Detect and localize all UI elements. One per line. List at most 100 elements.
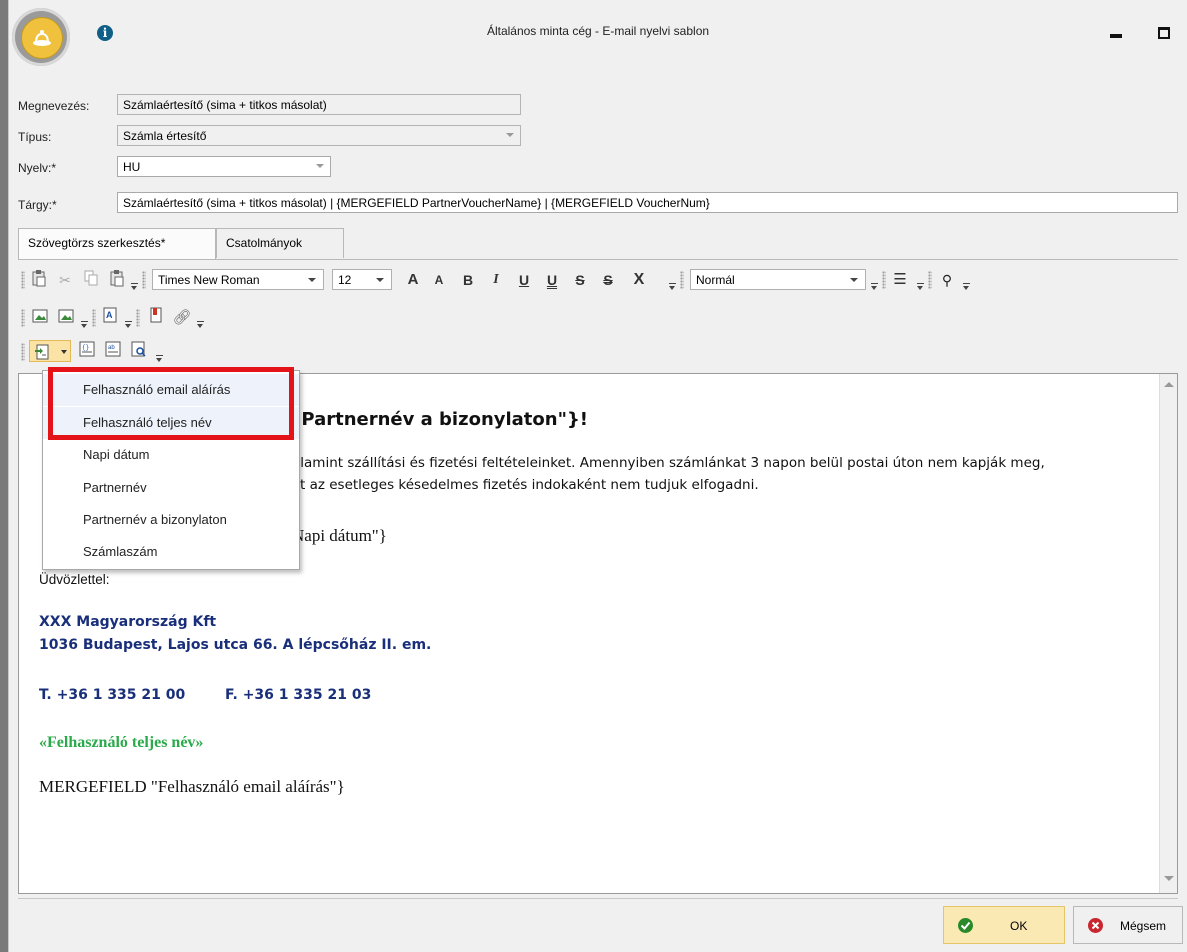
- tab-divider: [18, 259, 1178, 260]
- annotation-highlight-box: [48, 367, 294, 440]
- double-strikethrough-button[interactable]: S: [598, 269, 618, 291]
- subject-input[interactable]: Számlaértesítő (sima + titkos másolat) |…: [117, 192, 1178, 213]
- subject-label: Tárgy:*: [18, 198, 57, 212]
- toolbar-grip[interactable]: [21, 309, 25, 327]
- toolbar-grip[interactable]: [882, 271, 886, 289]
- user-fullname-merge-field: «Felhasználó teljes név»: [39, 734, 204, 751]
- menu-item-partner-name[interactable]: Partnernév: [43, 472, 299, 504]
- chevron-down-icon: [506, 133, 514, 137]
- language-select[interactable]: HU: [117, 156, 331, 177]
- text-box-icon[interactable]: A: [100, 307, 120, 329]
- ok-button[interactable]: OK: [943, 906, 1065, 944]
- bold-button[interactable]: B: [458, 269, 478, 291]
- paragraph-style-select[interactable]: Normál: [690, 269, 866, 290]
- double-underline-button[interactable]: U: [542, 269, 562, 291]
- chevron-down-icon: [61, 350, 67, 354]
- menu-item-partner-name-on-voucher[interactable]: Partnernév a bizonylaton: [43, 504, 299, 536]
- toolbar-grip[interactable]: [136, 309, 140, 327]
- name-field[interactable]: Számlaértesítő (sima + titkos másolat): [117, 94, 521, 115]
- date-merge-fragment: Napi dátum"}: [292, 526, 387, 545]
- insert-image-icon[interactable]: [30, 307, 50, 329]
- tab-attachments[interactable]: Csatolmányok: [216, 228, 344, 258]
- title-bar: i Általános minta cég - E-mail nyelvi sa…: [9, 0, 1187, 90]
- svg-text:A: A: [106, 310, 113, 320]
- toolbar-overflow-icon[interactable]: [196, 307, 204, 329]
- strikethrough-button[interactable]: S: [570, 269, 590, 291]
- language-label: Nyelv:*: [18, 161, 57, 175]
- minimize-button[interactable]: [1108, 26, 1122, 40]
- font-family-select[interactable]: Times New Roman: [152, 269, 324, 290]
- menu-item-invoice-number[interactable]: Számlaszám: [43, 536, 299, 568]
- tab-body-edit[interactable]: Szövegtörzs szerkesztés*: [18, 228, 216, 260]
- greeting-heading-fragment: "Partnernév a bizonylaton"}!: [292, 409, 588, 430]
- chevron-down-icon: [316, 164, 324, 168]
- paragraph-style-value: Normál: [696, 273, 735, 287]
- ok-label: OK: [1010, 919, 1028, 933]
- chevron-down-icon: [308, 278, 316, 282]
- signature-merge-field: MERGEFIELD "Felhasználó email aláírás"}: [39, 777, 345, 796]
- font-size-select[interactable]: 12: [332, 269, 392, 290]
- toolbar-row-2: A 🔗︎: [18, 306, 418, 334]
- cut-icon[interactable]: ✂: [56, 269, 74, 291]
- toolbar-row-3: {} ab: [18, 340, 318, 368]
- company-address: 1036 Budapest, Lajos utca 66. A lépcsőhá…: [39, 637, 432, 653]
- mail-merge-preview-icon[interactable]: [128, 341, 150, 363]
- maximize-button[interactable]: [1158, 27, 1170, 39]
- find-icon[interactable]: ⚲: [936, 269, 958, 291]
- toolbar-grip[interactable]: [21, 343, 25, 361]
- toolbar-grip[interactable]: [928, 271, 932, 289]
- close-icon: [1088, 918, 1103, 933]
- hyperlink-icon[interactable]: 🔗︎: [172, 307, 192, 329]
- toolbar-overflow-icon[interactable]: [155, 341, 163, 363]
- toolbar-overflow-icon[interactable]: [870, 269, 878, 291]
- copy-icon[interactable]: [82, 269, 100, 291]
- bullet-list-icon[interactable]: ☰: [890, 269, 910, 291]
- paste-icon[interactable]: [30, 269, 48, 291]
- cancel-label: Mégsem: [1120, 919, 1167, 933]
- svg-text:{}: {}: [82, 344, 89, 351]
- show-field-codes-icon[interactable]: {}: [76, 341, 98, 363]
- body-line-1: alamint szállítási és fizetési feltétele…: [292, 455, 1045, 471]
- font-size-value: 12: [338, 273, 352, 287]
- menu-item-daily-date[interactable]: Napi dátum: [43, 439, 299, 471]
- scroll-down-icon[interactable]: [1164, 876, 1174, 881]
- scroll-up-icon[interactable]: [1164, 382, 1174, 387]
- svg-text:ab: ab: [108, 345, 115, 351]
- paste-special-icon[interactable]: [108, 269, 126, 291]
- chevron-down-icon: [376, 278, 384, 282]
- editor-scrollbar[interactable]: [1159, 374, 1177, 893]
- font-family-value: Times New Roman: [158, 273, 260, 287]
- type-value: Számla értesítő: [123, 129, 207, 143]
- email-template-window: i Általános minta cég - E-mail nyelvi sa…: [8, 0, 1187, 952]
- name-label: Megnevezés:: [18, 99, 90, 113]
- toolbar-overflow-icon[interactable]: [668, 269, 676, 291]
- show-field-results-icon[interactable]: ab: [102, 341, 124, 363]
- window-title: Általános minta cég - E-mail nyelvi sabl…: [486, 24, 710, 38]
- type-select[interactable]: Számla értesítő: [117, 125, 521, 146]
- body-line-2: yt az esetleges késedelmes fizetés indok…: [292, 477, 759, 493]
- language-value: HU: [123, 160, 141, 174]
- bookmark-icon[interactable]: [146, 307, 166, 329]
- shrink-font-button[interactable]: A: [429, 269, 449, 291]
- grow-font-button[interactable]: A: [403, 269, 423, 291]
- superscript-button[interactable]: X: [628, 269, 650, 291]
- toolbar-overflow-icon[interactable]: [130, 269, 138, 291]
- underline-button[interactable]: U: [514, 269, 534, 291]
- company-name: XXX Magyarország Kft: [39, 614, 217, 630]
- toolbar-overflow-icon[interactable]: [80, 307, 88, 329]
- cancel-button[interactable]: Mégsem: [1073, 906, 1183, 944]
- insert-picture-icon[interactable]: [56, 307, 76, 329]
- toolbar-overflow-icon[interactable]: [916, 269, 924, 291]
- toolbar-overflow-icon[interactable]: [962, 269, 970, 291]
- insert-merge-field-button[interactable]: [29, 340, 71, 362]
- toolbar-grip[interactable]: [21, 271, 25, 289]
- toolbar-grip[interactable]: [92, 309, 96, 327]
- toolbar-grip[interactable]: [142, 271, 146, 289]
- footer-divider: [18, 898, 1178, 899]
- italic-button[interactable]: I: [486, 269, 506, 291]
- check-icon: [958, 918, 973, 933]
- toolbar-overflow-icon[interactable]: [124, 307, 132, 329]
- toolbar-row-1: ✂ Times New Roman 12 A A B I U U S S X N…: [18, 268, 1178, 296]
- toolbar-grip[interactable]: [680, 271, 684, 289]
- greeting-text: Üdvözlettel:: [39, 572, 110, 587]
